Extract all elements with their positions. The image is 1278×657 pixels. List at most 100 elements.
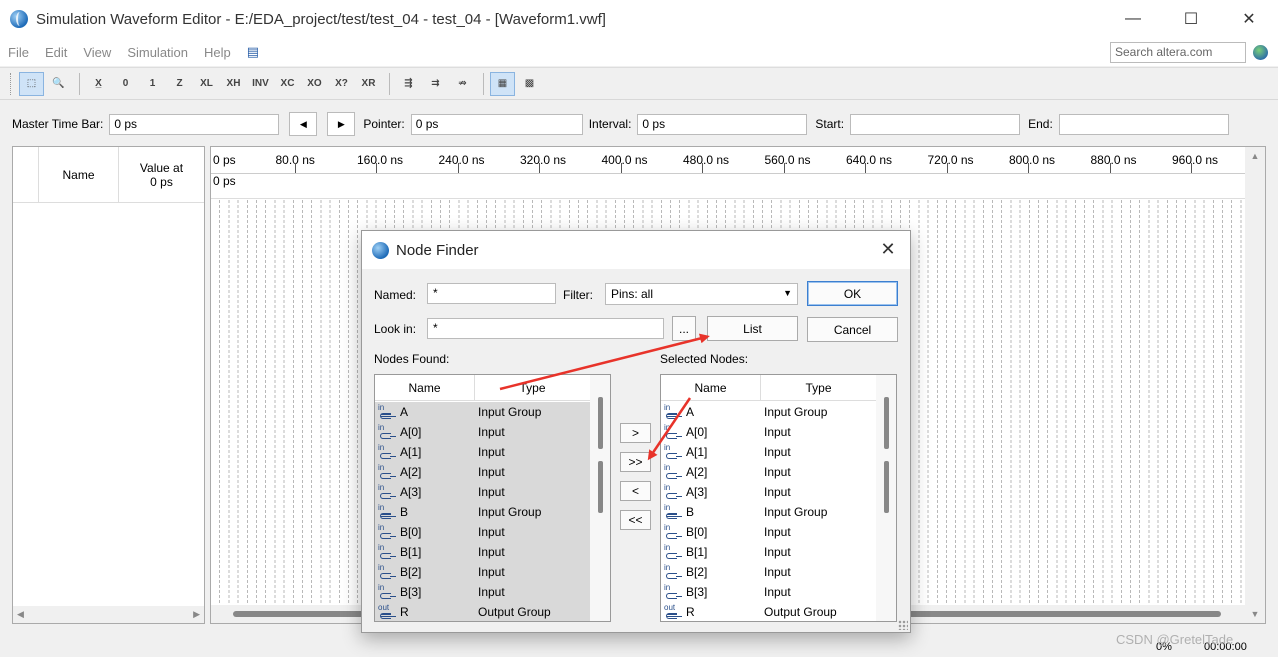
node-list-row[interactable]: in A[1] Input <box>375 442 591 462</box>
arbitrary-value-icon[interactable]: X? <box>329 72 354 96</box>
scroll-up-icon[interactable]: ▲ <box>1251 151 1260 161</box>
random-value-icon[interactable]: XR <box>356 72 381 96</box>
node-list-row[interactable]: in B[3] Input <box>661 582 877 602</box>
dialog-close-button[interactable]: ✕ <box>876 237 900 261</box>
node-list-row[interactable]: in B Input Group <box>375 502 591 522</box>
nodes-found-list[interactable]: Name Type in A Input Group in A[0] Input in A[1… <box>374 374 611 622</box>
node-table-icon[interactable]: ▩ <box>517 72 542 96</box>
selected-nodes-scrollbar[interactable] <box>876 375 896 621</box>
status-bar: 0% 00:00:00 <box>0 636 1278 657</box>
clock-value-icon[interactable]: XO <box>302 72 327 96</box>
node-table-horizontal-scrollbar[interactable]: ◀ ▶ <box>13 606 204 623</box>
node-list-row[interactable]: in A[3] Input <box>375 482 591 502</box>
ruler-tick-label: 400.0 ns <box>601 153 648 167</box>
node-list-row[interactable]: in B[3] Input <box>375 582 591 602</box>
add-selected-button[interactable]: > <box>620 423 651 443</box>
nodes-found-scroll-thumb[interactable] <box>598 397 603 449</box>
remove-selected-button[interactable]: < <box>620 481 651 501</box>
list-button[interactable]: List <box>707 316 798 341</box>
time-ruler[interactable]: 0 ps 80.0 ns 160.0 ns 240.0 ns 320.0 ns 400.0… <box>211 147 1245 174</box>
selected-nodes-type-header[interactable]: Type <box>761 375 877 401</box>
selection-tool-icon[interactable]: ⬚ <box>19 71 44 96</box>
menu-simulation[interactable]: Simulation <box>119 45 196 60</box>
scroll-left-icon[interactable]: ◀ <box>17 609 24 620</box>
minimize-button[interactable]: — <box>1104 0 1162 38</box>
search-input[interactable]: Search altera.com <box>1110 42 1246 63</box>
waveform-vertical-scrollbar[interactable]: ▲ ▼ <box>1245 147 1265 623</box>
filter-select[interactable]: Pins: all ▼ <box>605 283 798 305</box>
close-button[interactable]: ✕ <box>1220 0 1278 38</box>
node-list-row[interactable]: in A[0] Input <box>661 422 877 442</box>
name-column-header[interactable]: Name <box>38 147 118 202</box>
node-list-row[interactable]: in A[2] Input <box>661 462 877 482</box>
browse-button[interactable]: ... <box>672 316 696 341</box>
selected-nodes-scroll-thumb[interactable] <box>884 397 889 449</box>
node-list-row[interactable]: in A[1] Input <box>661 442 877 462</box>
help-chat-icon[interactable]: ▤ <box>239 44 267 60</box>
zoom-tool-icon[interactable]: 🔍 <box>46 72 71 96</box>
previous-transition-button[interactable]: ◀ <box>289 112 318 136</box>
interval-field[interactable]: 0 ps <box>637 113 808 135</box>
end-field[interactable] <box>1058 113 1229 135</box>
group-icon[interactable]: ⇉ <box>423 72 448 96</box>
node-type: Input <box>764 465 791 479</box>
weak-low-icon[interactable]: XL <box>194 72 219 96</box>
ok-button[interactable]: OK <box>807 281 898 306</box>
dialog-title-bar[interactable]: Node Finder ✕ <box>362 231 910 269</box>
cancel-button[interactable]: Cancel <box>807 317 898 342</box>
maximize-button[interactable]: ☐ <box>1162 0 1220 38</box>
scroll-down-icon[interactable]: ▼ <box>1251 609 1260 619</box>
named-input[interactable]: * <box>427 283 556 304</box>
value-column-header[interactable]: Value at 0 ps <box>118 147 204 202</box>
scroll-right-icon[interactable]: ▶ <box>193 609 200 620</box>
node-list-row[interactable]: in B[2] Input <box>375 562 591 582</box>
node-list-row[interactable]: in B[1] Input <box>661 542 877 562</box>
toolbar-separator <box>483 72 484 95</box>
node-list-row[interactable]: in A[3] Input <box>661 482 877 502</box>
grid-toggle-icon[interactable]: ▦ <box>490 71 515 96</box>
node-list-row[interactable]: in B[0] Input <box>375 522 591 542</box>
next-transition-button[interactable]: ▶ <box>327 112 356 136</box>
add-all-button[interactable]: >> <box>620 452 651 472</box>
pointer-field[interactable]: 0 ps <box>410 113 583 135</box>
node-list-row[interactable]: in A Input Group <box>375 402 591 422</box>
forcing-low-icon[interactable]: 0 <box>113 72 138 96</box>
count-value-icon[interactable]: XC <box>275 72 300 96</box>
toolbar-grip[interactable] <box>10 72 13 95</box>
node-list-row[interactable]: in B[2] Input <box>661 562 877 582</box>
ruler-tick-mark <box>539 163 540 173</box>
globe-icon[interactable] <box>1253 45 1268 60</box>
node-list-row[interactable]: out R Output Group <box>661 602 877 621</box>
selected-nodes-scroll-thumb-2[interactable] <box>884 461 889 513</box>
menu-view[interactable]: View <box>75 45 119 60</box>
look-in-input[interactable]: * <box>427 318 664 339</box>
node-list-row[interactable]: out R Output Group <box>375 602 591 621</box>
forcing-high-icon[interactable]: 1 <box>140 72 165 96</box>
selected-nodes-list[interactable]: Name Type in A Input Group in A[0] Input in A[1… <box>660 374 897 622</box>
menu-file[interactable]: File <box>0 45 37 60</box>
menu-edit[interactable]: Edit <box>37 45 75 60</box>
selected-nodes-name-header[interactable]: Name <box>661 375 761 401</box>
forcing-unknown-icon[interactable]: X̲ <box>86 72 111 96</box>
node-list-row[interactable]: in A[2] Input <box>375 462 591 482</box>
nodes-found-scroll-thumb-2[interactable] <box>598 461 603 513</box>
node-list-row[interactable]: in B Input Group <box>661 502 877 522</box>
remove-all-button[interactable]: << <box>620 510 651 530</box>
start-field[interactable] <box>850 113 1021 135</box>
master-time-bar-field[interactable]: 0 ps <box>109 113 280 135</box>
node-list-row[interactable]: in B[0] Input <box>661 522 877 542</box>
ruler-tick-label: 320.0 ns <box>520 153 567 167</box>
nodes-found-type-header[interactable]: Type <box>475 375 591 401</box>
dialog-resize-grip[interactable] <box>898 620 908 630</box>
menu-help[interactable]: Help <box>196 45 239 60</box>
nodes-found-scrollbar[interactable] <box>590 375 610 621</box>
ungroup-icon[interactable]: ⇏ <box>450 72 475 96</box>
node-list-row[interactable]: in B[1] Input <box>375 542 591 562</box>
node-list-row[interactable]: in A Input Group <box>661 402 877 422</box>
node-list-row[interactable]: in A[0] Input <box>375 422 591 442</box>
nodes-found-name-header[interactable]: Name <box>375 375 475 401</box>
invert-icon[interactable]: INV <box>248 72 273 96</box>
weak-high-icon[interactable]: XH <box>221 72 246 96</box>
high-impedance-icon[interactable]: Z <box>167 72 192 96</box>
snap-grid-icon[interactable]: ⇶ <box>396 72 421 96</box>
